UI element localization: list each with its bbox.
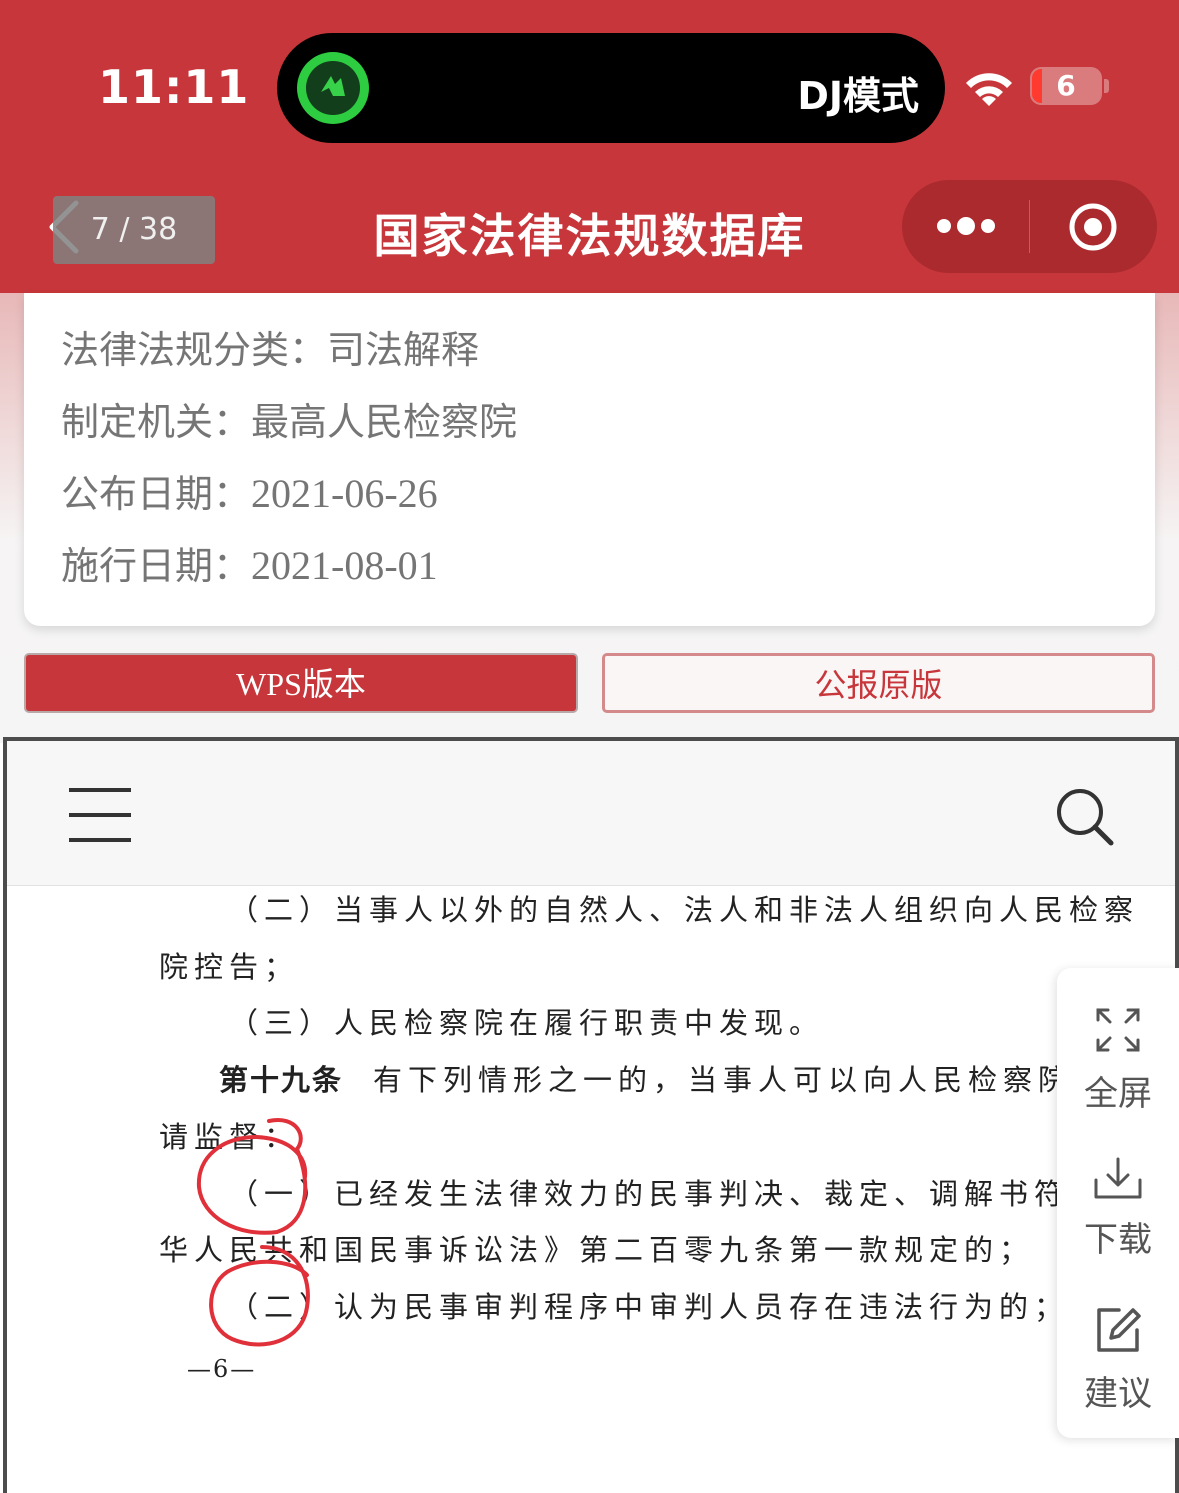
doc-line: （二）当事人以外的自然人、法人和非法人组织向人民检察 — [229, 893, 1140, 927]
floating-sidebar: 全屏 下载 建议 — [1057, 968, 1179, 1438]
dynamic-island[interactable]: DJ模式 — [277, 33, 945, 143]
fullscreen-label: 全屏 — [1084, 1074, 1152, 1114]
article-heading: 第十九条 — [219, 1063, 344, 1097]
category-label: 法律法规分类： — [61, 328, 328, 372]
doc-line: （一）已经发生法律效力的民事判决、裁定、调解书符合《中 — [229, 1177, 1175, 1211]
article-text: 有下列情形之一的，当事人可以向人民检察院申 — [373, 1063, 1109, 1097]
download-button[interactable]: 下载 — [1057, 1156, 1179, 1261]
download-icon — [1094, 1157, 1142, 1199]
viewer-toolbar — [7, 741, 1175, 886]
wifi-icon — [966, 73, 1012, 106]
menu-icon[interactable] — [69, 788, 131, 844]
wps-version-button[interactable]: WPS版本 — [24, 653, 578, 713]
original-gazette-button[interactable]: 公报原版 — [602, 653, 1155, 713]
doc-line: （二）认为民事审判程序中审判人员存在违法行为的； — [229, 1290, 1070, 1324]
document-page: （二）当事人以外的自然人、法人和非法人组织向人民检察 院控告； （三）人民检察院… — [7, 887, 1175, 1493]
suggest-label: 建议 — [1084, 1374, 1152, 1414]
page-indicator: 7 / 38 — [53, 196, 215, 264]
category-value: 司法解释 — [327, 328, 480, 372]
doc-line: 请监督： — [159, 1120, 300, 1154]
publish-label: 公布日期： — [61, 472, 252, 516]
category-row: 法律法规分类：司法解释 — [61, 319, 479, 374]
suggest-button[interactable]: 建议 — [1057, 1306, 1179, 1415]
law-info-card: 法律法规分类：司法解释 制定机关：最高人民检察院 公布日期：2021-06-26… — [24, 293, 1155, 626]
publish-date: 2021-06-26 — [251, 471, 438, 516]
doc-line: 华人民共和国民事诉讼法》第二百零九条第一款规定的； — [159, 1233, 1035, 1267]
status-time: 11:11 — [98, 60, 250, 114]
download-label: 下载 — [1084, 1220, 1152, 1260]
battery-icon: 6 — [1030, 67, 1102, 105]
doc-line: 第十九条 有下列情形之一的，当事人可以向人民检察院申 — [219, 1057, 1108, 1099]
authority-label: 制定机关： — [61, 400, 252, 444]
wps-suffix: 版本 — [301, 665, 366, 703]
page-number: —6— — [187, 1355, 257, 1383]
effective-date: 2021-08-01 — [251, 543, 438, 588]
publish-date-row: 公布日期：2021-06-26 — [61, 463, 438, 518]
doc-line: 院控告； — [159, 950, 300, 984]
search-icon[interactable] — [1055, 787, 1115, 847]
effective-date-row: 施行日期：2021-08-01 — [61, 535, 438, 590]
dj-mode-label: DJ模式 — [797, 74, 919, 118]
more-icon[interactable] — [936, 215, 996, 237]
battery-level: 6 — [1056, 69, 1076, 102]
edit-icon — [1097, 1308, 1141, 1352]
authority-value: 最高人民检察院 — [251, 400, 518, 444]
music-app-icon — [297, 52, 369, 124]
effective-label: 施行日期： — [61, 544, 252, 588]
battery-tip — [1104, 79, 1109, 93]
authority-row: 制定机关：最高人民检察院 — [61, 391, 517, 446]
fullscreen-icon — [1096, 1008, 1140, 1052]
close-miniprogram-icon[interactable] — [1068, 202, 1118, 252]
fullscreen-button[interactable]: 全屏 — [1057, 1006, 1179, 1115]
miniprogram-capsule — [902, 180, 1157, 273]
wps-prefix: WPS — [236, 666, 302, 702]
document-viewer[interactable]: （二）当事人以外的自然人、法人和非法人组织向人民检察 院控告； （三）人民检察院… — [3, 737, 1179, 1493]
doc-line: （三）人民检察院在履行职责中发现。 — [229, 1006, 825, 1040]
